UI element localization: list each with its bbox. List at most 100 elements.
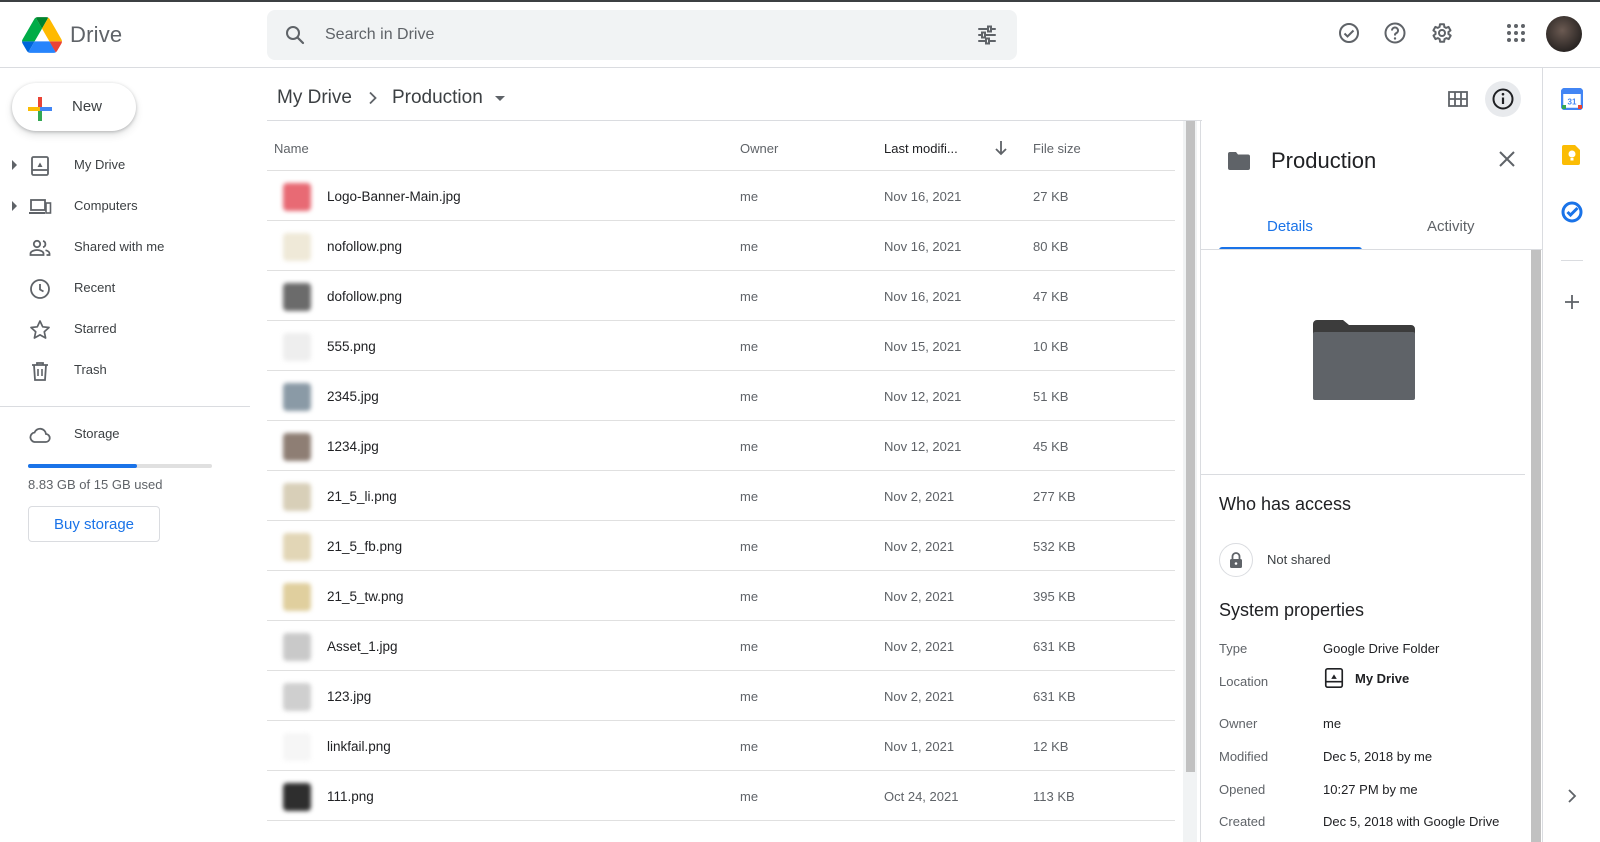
new-button-label: New: [72, 98, 103, 115]
account-avatar[interactable]: [1546, 16, 1582, 52]
file-size: 113 KB: [1033, 789, 1075, 804]
sidebar-item-computers[interactable]: Computers: [0, 186, 250, 227]
search-options-icon[interactable]: [975, 23, 999, 47]
offline-ready-button[interactable]: [1335, 19, 1363, 47]
search-bar[interactable]: [267, 10, 1017, 60]
star-icon: [30, 320, 50, 339]
column-header-file-size[interactable]: File size: [1033, 141, 1081, 156]
buy-storage-button[interactable]: Buy storage: [28, 506, 160, 542]
sidebar-item-shared-with-me[interactable]: Shared with me: [0, 227, 250, 268]
file-owner: me: [740, 289, 759, 304]
file-last-modified: Nov 15, 2021: [884, 339, 962, 354]
file-row[interactable]: 555.png me Nov 15, 2021 10 KB: [267, 321, 1175, 371]
folder-menu-caret-icon[interactable]: [494, 95, 505, 101]
new-button[interactable]: New: [12, 83, 136, 131]
file-row[interactable]: Logo-Banner-Main.jpg me Nov 16, 2021 27 KB: [267, 171, 1175, 221]
search-icon[interactable]: [283, 23, 307, 47]
file-last-modified: Nov 2, 2021: [884, 589, 955, 604]
file-name: 123.jpg: [327, 689, 372, 704]
rail-divider: [1561, 260, 1583, 261]
details-panel: Production Details Activity Who has acce…: [1200, 120, 1543, 842]
file-thumbnail: [283, 733, 311, 761]
file-size: 47 KB: [1033, 289, 1069, 304]
expand-caret-icon[interactable]: [12, 201, 17, 211]
file-last-modified: Nov 16, 2021: [884, 239, 962, 254]
calendar-button[interactable]: 31: [1560, 87, 1584, 111]
storage-meter-fill: [28, 464, 137, 468]
tab-details[interactable]: Details: [1267, 218, 1313, 235]
tasks-button[interactable]: [1560, 200, 1584, 224]
property-value-location[interactable]: My Drive: [1323, 667, 1409, 689]
view-details-button[interactable]: [1485, 81, 1521, 117]
search-input[interactable]: [325, 10, 925, 60]
file-thumbnail: [283, 283, 311, 311]
column-header-last-modified[interactable]: Last modifi...: [884, 141, 958, 156]
file-owner: me: [740, 339, 759, 354]
grid-view-button[interactable]: [1440, 81, 1476, 117]
file-size: 27 KB: [1033, 189, 1069, 204]
file-thumbnail: [283, 783, 311, 811]
trash-icon: [32, 362, 48, 381]
tab-activity[interactable]: Activity: [1427, 218, 1475, 235]
file-row[interactable]: 21_5_li.png me Nov 2, 2021 277 KB: [267, 471, 1175, 521]
file-owner: me: [740, 489, 759, 504]
file-row[interactable]: nofollow.png me Nov 16, 2021 80 KB: [267, 221, 1175, 271]
file-last-modified: Nov 2, 2021: [884, 489, 955, 504]
file-row[interactable]: linkfail.png me Nov 1, 2021 12 KB: [267, 721, 1175, 771]
file-row[interactable]: 2345.jpg me Nov 12, 2021 51 KB: [267, 371, 1175, 421]
breadcrumb-current[interactable]: Production: [392, 87, 483, 109]
storage-used-text: 8.83 GB of 15 GB used: [28, 477, 163, 492]
show-side-panel-button[interactable]: [1560, 784, 1584, 808]
sidebar-item-storage[interactable]: Storage: [0, 414, 250, 455]
sidebar-nav: My Drive Computers Shared with me Recent…: [0, 145, 250, 391]
apps-button[interactable]: [1502, 19, 1530, 47]
plus-icon: [28, 97, 52, 121]
settings-button[interactable]: [1427, 19, 1455, 47]
details-panel-scrollbar[interactable]: [1531, 250, 1541, 842]
sidebar-item-recent[interactable]: Recent: [0, 268, 250, 309]
file-row[interactable]: 21_5_tw.png me Nov 2, 2021 395 KB: [267, 571, 1175, 621]
info-icon: [1492, 88, 1514, 110]
file-row[interactable]: 111.png me Oct 24, 2021 113 KB: [267, 771, 1175, 821]
location-link-text[interactable]: My Drive: [1355, 671, 1409, 686]
keep-button[interactable]: [1560, 143, 1584, 167]
my-drive-icon: [31, 156, 49, 176]
get-add-ons-button[interactable]: [1560, 290, 1584, 314]
property-value-modified: Dec 5, 2018 by me: [1323, 749, 1433, 764]
property-label-modified: Modified: [1219, 749, 1269, 764]
lock-icon: [1230, 552, 1242, 568]
file-list-header: Name Owner Last modifi... File size: [267, 121, 1175, 171]
file-name: Asset_1.jpg: [327, 639, 398, 654]
file-size: 395 KB: [1033, 589, 1076, 604]
grid-view-icon: [1448, 91, 1468, 107]
file-row[interactable]: 123.jpg me Nov 2, 2021 631 KB: [267, 671, 1175, 721]
file-size: 532 KB: [1033, 539, 1076, 554]
column-header-owner[interactable]: Owner: [740, 141, 778, 156]
file-size: 80 KB: [1033, 239, 1069, 254]
file-last-modified: Nov 1, 2021: [884, 739, 955, 754]
computer-icon: [29, 199, 52, 214]
sidebar-item-my-drive[interactable]: My Drive: [0, 145, 250, 186]
file-owner: me: [740, 439, 759, 454]
sidebar-item-starred[interactable]: Starred: [0, 309, 250, 350]
expand-caret-icon[interactable]: [12, 160, 17, 170]
close-icon[interactable]: [1496, 148, 1518, 170]
file-row[interactable]: dofollow.png me Nov 16, 2021 47 KB: [267, 271, 1175, 321]
sidebar-item-trash[interactable]: Trash: [0, 350, 250, 391]
support-button[interactable]: [1381, 19, 1409, 47]
access-avatar[interactable]: [1219, 543, 1253, 577]
breadcrumb-root[interactable]: My Drive: [277, 87, 352, 109]
file-thumbnail: [283, 233, 311, 261]
file-row[interactable]: 21_5_fb.png me Nov 2, 2021 532 KB: [267, 521, 1175, 571]
sidebar-item-label: Recent: [74, 280, 116, 295]
cloud-icon: [29, 427, 51, 443]
sort-arrow-down-icon[interactable]: [994, 140, 1008, 156]
who-has-access-title: Who has access: [1219, 494, 1352, 514]
column-header-name[interactable]: Name: [274, 141, 309, 156]
drive-logo[interactable]: Drive: [22, 17, 122, 53]
details-title: Production: [1271, 148, 1377, 173]
file-row[interactable]: Asset_1.jpg me Nov 2, 2021 631 KB: [267, 621, 1175, 671]
file-list-scrollbar-thumb[interactable]: [1186, 121, 1195, 772]
file-row[interactable]: 1234.jpg me Nov 12, 2021 45 KB: [267, 421, 1175, 471]
property-value-owner: me: [1323, 716, 1342, 731]
